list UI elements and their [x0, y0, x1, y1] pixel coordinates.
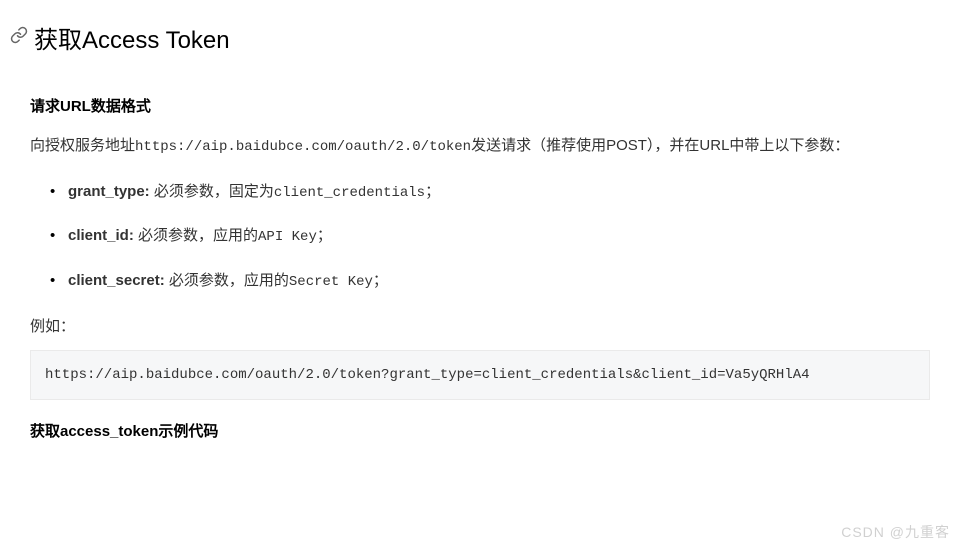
param-desc-prefix: 必须参数，应用的: [134, 227, 258, 244]
list-item: client_id: 必须参数，应用的API Key；: [50, 223, 930, 250]
param-name: client_secret:: [68, 272, 165, 289]
section-heading-example-code: 获取access_token示例代码: [30, 420, 930, 441]
param-code: API Key: [258, 229, 317, 245]
param-name: grant_type:: [68, 183, 150, 200]
code-block-example[interactable]: https://aip.baidubce.com/oauth/2.0/token…: [30, 350, 930, 400]
intro-paragraph: 向授权服务地址https://aip.baidubce.com/oauth/2.…: [30, 132, 930, 161]
watermark: CSDN @九重客: [841, 522, 950, 542]
page-title-text: 获取Access Token: [34, 20, 230, 55]
list-item: grant_type: 必须参数，固定为client_credentials；: [50, 179, 930, 206]
param-name: client_id:: [68, 227, 134, 244]
param-desc-suffix: ；: [425, 183, 440, 200]
param-code: Secret Key: [289, 274, 373, 290]
param-code: client_credentials: [274, 185, 425, 201]
intro-suffix: 发送请求（推荐使用POST），并在URL中带上以下参数：: [471, 137, 849, 154]
param-desc-prefix: 必须参数，应用的: [165, 272, 289, 289]
intro-prefix: 向授权服务地址: [30, 137, 135, 154]
link-icon[interactable]: [10, 26, 28, 49]
param-list: grant_type: 必须参数，固定为client_credentials； …: [30, 179, 930, 295]
example-label: 例如：: [30, 315, 930, 336]
param-desc-prefix: 必须参数，固定为: [150, 183, 274, 200]
param-desc-suffix: ；: [317, 227, 332, 244]
param-desc-suffix: ；: [373, 272, 388, 289]
list-item: client_secret: 必须参数，应用的Secret Key；: [50, 268, 930, 295]
page-title: 获取Access Token: [0, 0, 960, 65]
intro-url: https://aip.baidubce.com/oauth/2.0/token: [135, 139, 471, 155]
code-text: https://aip.baidubce.com/oauth/2.0/token…: [45, 367, 810, 383]
content-area: 请求URL数据格式 向授权服务地址https://aip.baidubce.co…: [0, 65, 960, 467]
section-heading-url-format: 请求URL数据格式: [30, 95, 930, 116]
